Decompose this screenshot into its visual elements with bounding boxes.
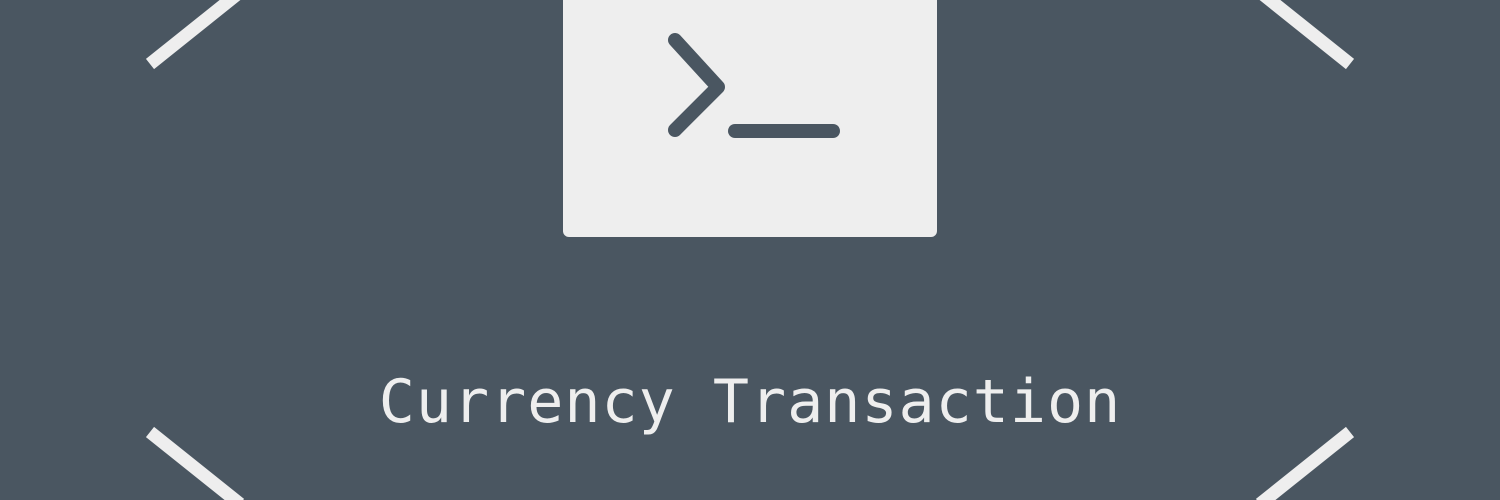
corner-bracket-top-left	[145, 0, 241, 70]
corner-bracket-bottom-right	[1255, 426, 1355, 500]
terminal-icon-card	[563, 0, 937, 237]
terminal-prompt-icon	[668, 33, 840, 138]
banner: Currency Transaction	[0, 0, 1500, 500]
banner-title: Currency Transaction	[378, 367, 1122, 437]
corner-bracket-bottom-left	[145, 426, 245, 500]
corner-bracket-top-right	[1259, 0, 1355, 70]
prompt-chevron	[668, 33, 725, 137]
